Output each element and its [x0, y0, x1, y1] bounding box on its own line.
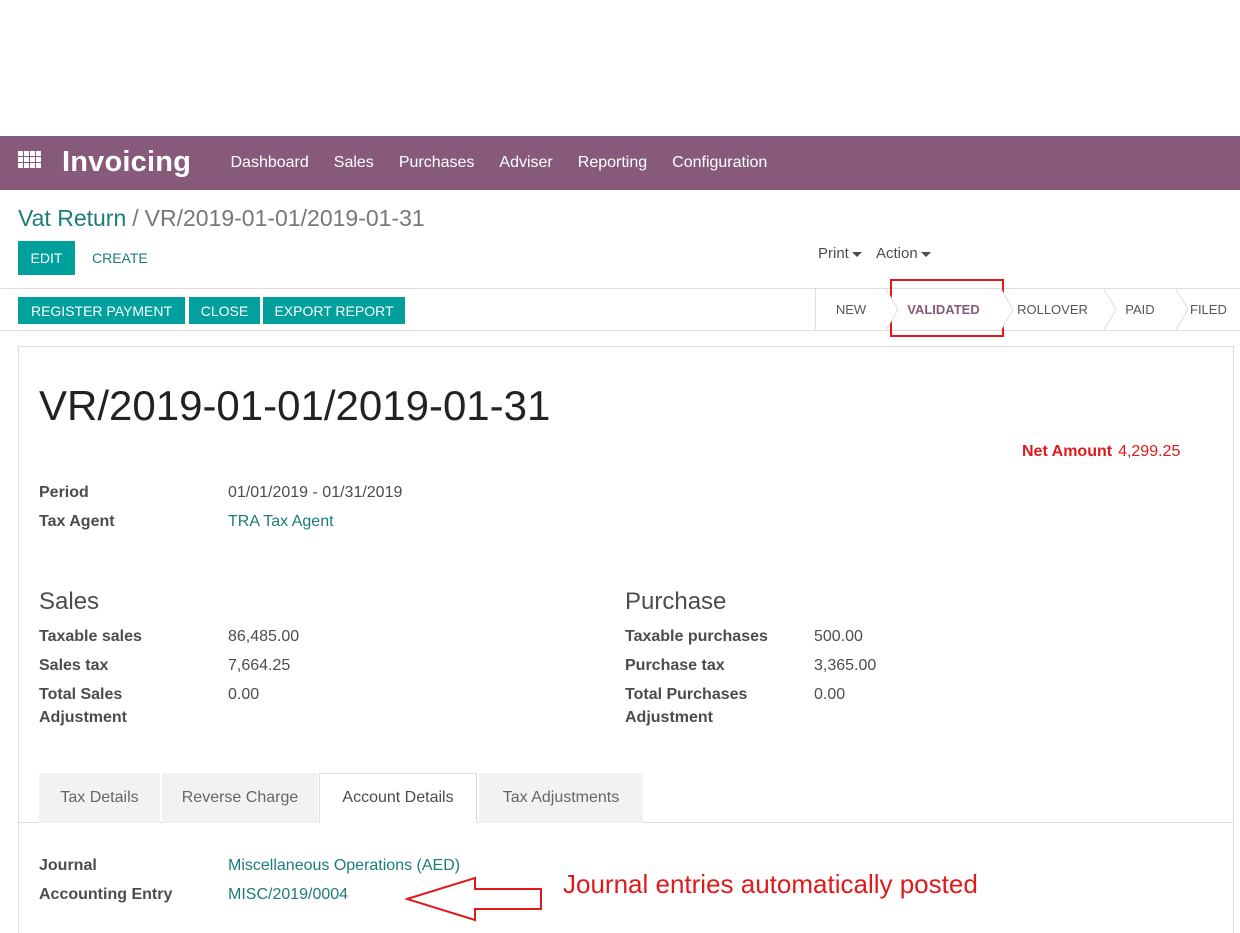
breadcrumb-current: VR/2019-01-01/2019-01-31 — [144, 205, 425, 231]
menu-item-configuration[interactable]: Configuration — [660, 154, 780, 172]
top-navbar: Invoicing Dashboard Sales Purchases Advi… — [0, 136, 1240, 190]
breadcrumb-parent-link[interactable]: Vat Return — [18, 205, 126, 231]
menu-item-dashboard[interactable]: Dashboard — [218, 154, 321, 172]
caret-down-icon — [851, 251, 862, 257]
validated-highlight-box — [890, 279, 1004, 337]
record-title: VR/2019-01-01/2019-01-31 — [39, 382, 551, 429]
caret-down-icon — [920, 251, 931, 257]
tab-account-details[interactable]: Account Details — [319, 773, 477, 823]
stage-divider-icon — [886, 289, 898, 330]
breadcrumb-separator: / — [132, 205, 139, 231]
menu-item-purchases[interactable]: Purchases — [386, 154, 487, 172]
stage-label: PAID — [1125, 302, 1155, 317]
stage-divider-icon — [1001, 289, 1013, 330]
total-purchases-adjustment-label: Total Purchases — [625, 686, 748, 703]
total-purchases-adjustment-label-line2: Adjustment — [625, 709, 713, 726]
apps-menu-icon[interactable] — [18, 151, 41, 169]
net-amount-value: 4,299.25 — [1118, 443, 1181, 460]
taxable-sales-label: Taxable sales — [39, 628, 142, 645]
taxable-sales-value: 86,485.00 — [228, 628, 300, 645]
tab-reverse-charge[interactable]: Reverse Charge — [162, 773, 318, 823]
total-sales-adjustment-value: 0.00 — [228, 686, 260, 703]
sales-tax-value: 7,664.25 — [228, 657, 291, 674]
print-dropdown[interactable]: Print — [818, 245, 862, 262]
tab-tax-adjustments[interactable]: Tax Adjustments — [479, 773, 643, 823]
tax-agent-link[interactable]: TRA Tax Agent — [228, 513, 334, 531]
status-bar: REGISTER PAYMENT CLOSE EXPORT REPORT NEW… — [0, 288, 1240, 331]
purchase-tax-value: 3,365.00 — [814, 657, 877, 674]
action-label: Action — [876, 245, 918, 262]
stage-rollover[interactable]: ROLLOVER — [1001, 289, 1116, 330]
annotation-text: Journal entries automatically posted — [563, 869, 978, 899]
purchase-section-title: Purchase — [625, 588, 727, 615]
taxable-purchases-value: 500.00 — [814, 628, 863, 645]
sales-tax-label: Sales tax — [39, 657, 109, 674]
print-label: Print — [818, 245, 849, 262]
stage-label: ROLLOVER — [1017, 302, 1088, 317]
menu-item-sales[interactable]: Sales — [321, 154, 386, 172]
menu-item-adviser[interactable]: Adviser — [487, 154, 565, 172]
register-payment-button[interactable]: REGISTER PAYMENT — [18, 297, 185, 324]
tax-agent-label: Tax Agent — [39, 513, 115, 530]
stage-pipeline: NEW VALIDATED ROLLOVER PAID FILED — [815, 289, 1240, 330]
net-amount-label: Net Amount — [1022, 443, 1113, 460]
net-amount: Net Amount 4,299.25 — [1022, 443, 1180, 461]
action-dropdown[interactable]: Action — [876, 245, 931, 262]
stage-label: NEW — [835, 302, 867, 317]
journal-link[interactable]: Miscellaneous Operations (AED) — [228, 857, 460, 875]
journal-label: Journal — [39, 857, 97, 874]
stage-new[interactable]: NEW — [816, 289, 898, 330]
edit-button[interactable]: EDIT — [18, 241, 75, 275]
menu-item-reporting[interactable]: Reporting — [565, 154, 659, 172]
tab-tax-details[interactable]: Tax Details — [39, 773, 160, 823]
period-value: 01/01/2019 - 01/31/2019 — [228, 484, 403, 501]
taxable-purchases-label: Taxable purchases — [625, 628, 768, 645]
total-sales-adjustment-label-line2: Adjustment — [39, 709, 127, 726]
stage-label: FILED — [1190, 302, 1227, 317]
stage-divider-icon — [1104, 289, 1116, 330]
export-report-button[interactable]: EXPORT REPORT — [263, 297, 405, 324]
stage-divider-icon — [1176, 289, 1188, 330]
annotation-arrow-icon — [405, 876, 542, 922]
accounting-entry-label: Accounting Entry — [39, 886, 173, 903]
purchase-tax-label: Purchase tax — [625, 657, 725, 674]
create-button[interactable]: CREATE — [92, 250, 148, 266]
main-menu: Dashboard Sales Purchases Adviser Report… — [218, 136, 780, 190]
total-sales-adjustment-label: Total Sales — [39, 686, 123, 703]
period-label: Period — [39, 484, 89, 501]
close-button[interactable]: CLOSE — [189, 297, 260, 324]
total-purchases-adjustment-value: 0.00 — [814, 686, 846, 703]
accounting-entry-link[interactable]: MISC/2019/0004 — [228, 886, 348, 904]
sales-section-title: Sales — [39, 588, 100, 615]
app-title: Invoicing — [62, 146, 192, 178]
breadcrumb: Vat Return / VR/2019-01-01/2019-01-31 — [18, 205, 425, 232]
